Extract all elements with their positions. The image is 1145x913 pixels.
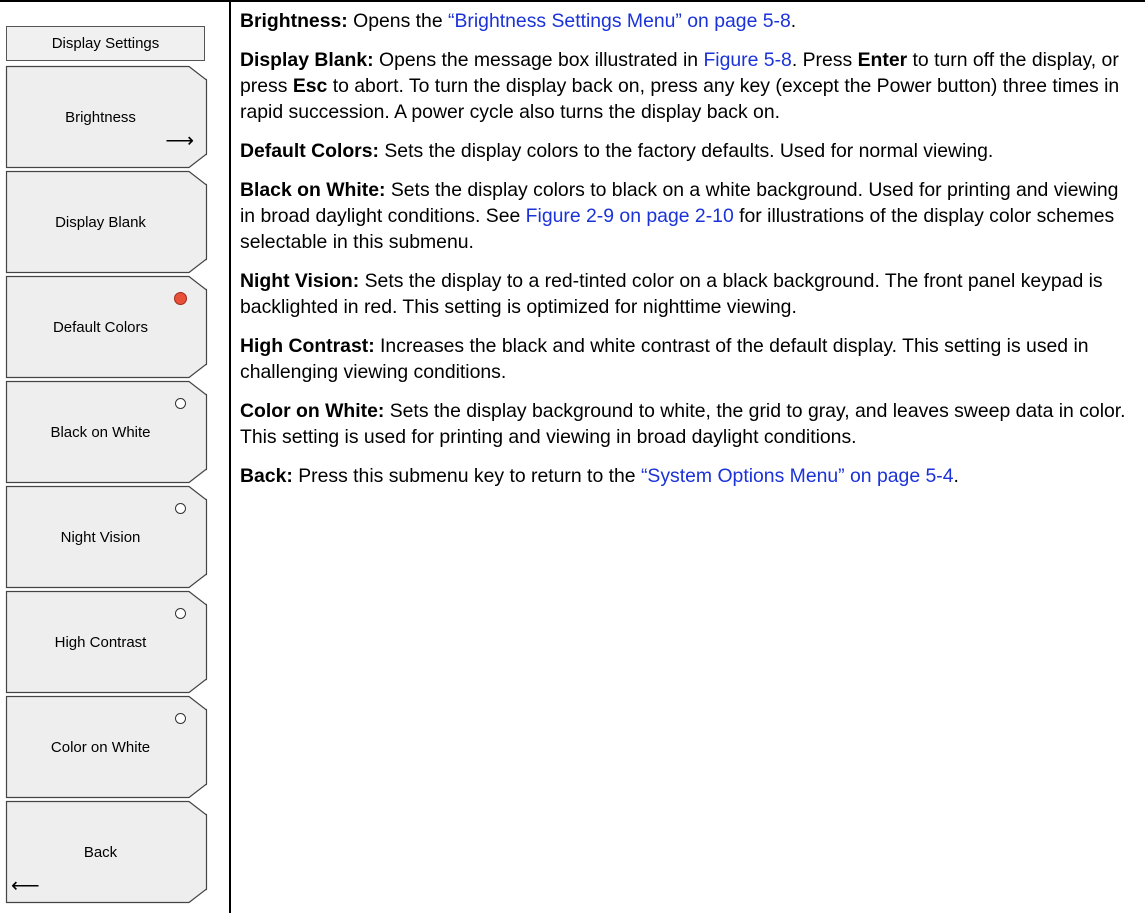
default-colors-key[interactable]: Default Colors <box>6 276 207 378</box>
default-colors-description: Default Colors: Sets the display colors … <box>240 138 1130 164</box>
descriptions: Brightness: Opens the “Brightness Settin… <box>240 8 1130 502</box>
submenu-arrow-right-icon: ⟶ <box>165 130 194 152</box>
display-blank-key[interactable]: Display Blank <box>6 171 207 273</box>
black-on-white-key[interactable]: Black on White <box>6 381 207 483</box>
color-on-white-key[interactable]: Color on White <box>6 696 207 798</box>
night-vision-key-label: Night Vision <box>60 528 141 546</box>
night-vision-key[interactable]: Night Vision <box>6 486 207 588</box>
text: . <box>953 465 959 487</box>
term: Color on White: <box>240 400 385 422</box>
text: Sets the display to a red-tinted color o… <box>240 270 1103 318</box>
brightness-key[interactable]: Brightness ⟶ <box>6 66 207 168</box>
text: . Press <box>791 49 858 71</box>
night-vision-description: Night Vision: Sets the display to a red-… <box>240 268 1130 320</box>
black-on-white-description: Black on White: Sets the display colors … <box>240 177 1130 255</box>
term: High Contrast: <box>240 335 375 357</box>
back-arrow-left-icon: ⟵ <box>11 875 40 897</box>
key-name: Esc <box>292 75 328 97</box>
text: Opens the <box>353 10 449 32</box>
term: Default Colors: <box>240 140 379 162</box>
color-on-white-description: Color on White: Sets the display backgro… <box>240 398 1130 450</box>
term: Night Vision: <box>240 270 360 292</box>
back-description: Back: Press this submenu key to return t… <box>240 463 1130 489</box>
menu-title: Display Settings <box>6 26 205 61</box>
key-name: Enter <box>857 49 908 71</box>
term: Back: <box>240 465 293 487</box>
display-blank-description: Display Blank: Opens the message box ill… <box>240 47 1130 125</box>
display-settings-menu: Display Settings Brightness ⟶ Display Bl… <box>0 0 229 913</box>
high-contrast-key-label: High Contrast <box>54 633 147 651</box>
link[interactable]: “System Options Menu” on page 5-4 <box>641 465 954 487</box>
text: . <box>790 10 797 32</box>
high-contrast-description: High Contrast: Increases the black and w… <box>240 333 1130 385</box>
link[interactable]: Figure 2-9 on page 2-10 <box>526 205 734 227</box>
text: Opens the message box illustrated in <box>379 49 704 71</box>
back-key[interactable]: Back ⟵ <box>6 801 207 903</box>
brightness-key-label: Brightness <box>65 108 136 126</box>
text: Press this submenu key to return to the <box>298 465 641 487</box>
default-colors-key-label: Default Colors <box>52 318 149 336</box>
black-on-white-key-label: Black on White <box>50 423 151 441</box>
term: Black on White: <box>240 179 386 201</box>
color-on-white-key-label: Color on White <box>50 738 151 756</box>
term: Display Blank: <box>240 49 374 71</box>
link[interactable]: “Brightness Settings Menu” on page 5-8 <box>448 10 791 32</box>
term: Brightness: <box>240 10 348 32</box>
text: Sets the display colors to the factory d… <box>384 140 994 162</box>
display-blank-key-label: Display Blank <box>55 213 146 231</box>
column-divider <box>229 0 231 913</box>
brightness-description: Brightness: Opens the “Brightness Settin… <box>240 8 1130 34</box>
high-contrast-key[interactable]: High Contrast <box>6 591 207 693</box>
link[interactable]: Figure 5-8 <box>703 49 791 71</box>
text: to abort. To turn the display back on, p… <box>240 75 1120 123</box>
